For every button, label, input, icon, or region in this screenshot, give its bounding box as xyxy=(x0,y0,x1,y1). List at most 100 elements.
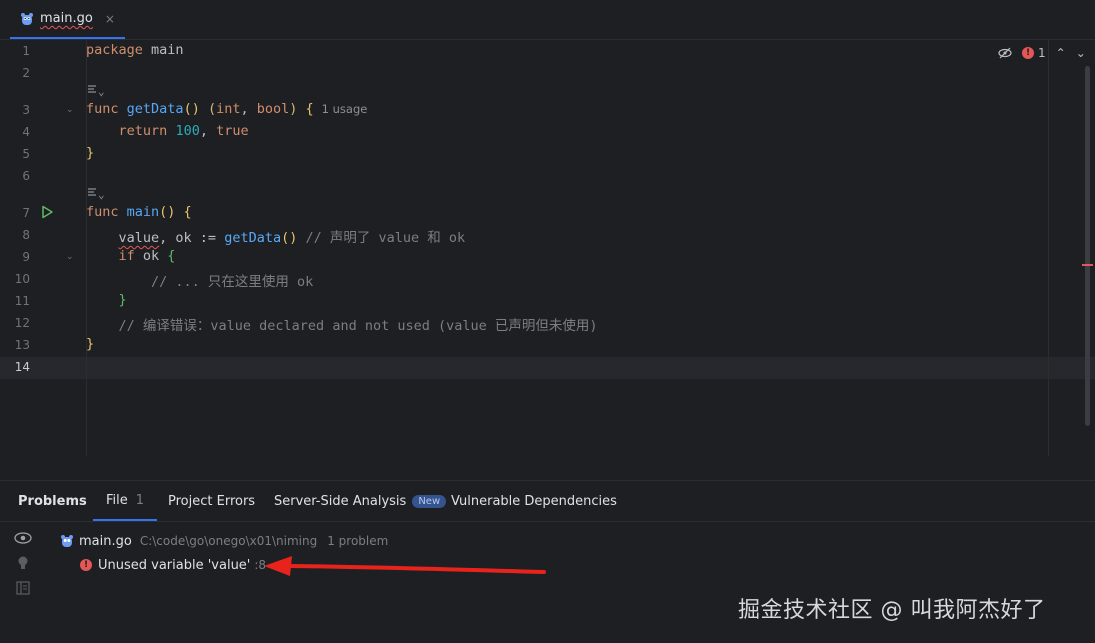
code-line-4: return 100, true xyxy=(86,123,249,139)
file-node[interactable]: main.go C:\code\go\onego\x01\niming 1 pr… xyxy=(60,529,388,553)
watermark: 掘金技术社区 @ 叫我阿杰好了 xyxy=(738,598,1046,623)
run-icon[interactable] xyxy=(40,205,54,219)
line-number: 14 xyxy=(14,360,30,374)
punct: ( xyxy=(199,101,217,117)
code-line-10: // ... 只在这里使用 ok xyxy=(86,270,313,290)
error-count-value: 1 xyxy=(1038,46,1046,60)
chevron-down-icon[interactable] xyxy=(50,536,60,546)
problem-count: 1 problem xyxy=(327,534,389,548)
type: int xyxy=(216,101,241,117)
function-call: getData xyxy=(224,230,282,246)
line-number: 12 xyxy=(14,316,30,330)
punct: , xyxy=(199,123,217,139)
editor-tab-bar: main.go × xyxy=(0,0,1095,40)
type: bool xyxy=(256,101,290,117)
vertical-scrollbar[interactable] xyxy=(1085,66,1090,426)
tab-vulnerable-dependencies[interactable]: Vulnerable Dependencies xyxy=(451,481,617,521)
code-text: ok xyxy=(134,248,168,264)
previous-highlight-icon[interactable]: ⌃ xyxy=(1056,46,1066,60)
comment: // 声明了 value 和 ok xyxy=(297,230,466,246)
keyword: true xyxy=(216,123,249,139)
punct: { xyxy=(297,101,314,117)
tab-server-side-analysis[interactable]: Server-Side Analysis New xyxy=(274,481,447,521)
punct: , xyxy=(240,101,257,117)
tab-main-go[interactable]: main.go × xyxy=(10,0,125,39)
line-number: 1 xyxy=(22,44,30,58)
panel-title: Problems xyxy=(18,493,87,509)
problems-title: Problems xyxy=(18,481,87,521)
file-name: main.go xyxy=(79,533,132,549)
next-highlight-icon[interactable]: ⌄ xyxy=(1076,46,1086,60)
code-area[interactable]: package main ⌄ func getData() (int, bool… xyxy=(86,40,1048,456)
inlay-hint[interactable]: ⌄ xyxy=(86,83,105,98)
code-line-5: } xyxy=(86,145,95,161)
keyword: func xyxy=(86,204,119,220)
error-icon: ! xyxy=(1022,47,1034,59)
line-number: 5 xyxy=(22,147,30,161)
gutter: 1 2 3 4 5 6 7 8 9 10 11 12 13 14 ⌄ ⌄ xyxy=(0,40,87,456)
reader-mode-icon[interactable] xyxy=(998,47,1012,59)
code-line-9: if ok { xyxy=(86,248,176,264)
lightbulb-icon[interactable] xyxy=(14,555,32,571)
line-number: 2 xyxy=(22,66,30,80)
ai-hint-icon xyxy=(88,85,96,93)
gopher-icon xyxy=(61,535,73,547)
fold-icon[interactable]: ⌄ xyxy=(66,105,74,115)
preview-icon[interactable] xyxy=(14,581,32,595)
brace: } xyxy=(118,292,127,308)
error-count[interactable]: ! 1 xyxy=(1022,46,1046,60)
error-variable[interactable]: value xyxy=(119,230,160,246)
chevron-down-icon: ⌄ xyxy=(98,85,105,98)
tab-project-errors[interactable]: Project Errors xyxy=(168,481,255,521)
problems-tree: main.go C:\code\go\onego\x01\niming 1 pr… xyxy=(60,529,388,577)
error-icon: ! xyxy=(80,559,92,571)
gopher-icon xyxy=(21,12,33,25)
line-number: 9 xyxy=(22,250,30,264)
inlay-hint[interactable]: ⌄ xyxy=(86,186,105,201)
tab-label: File xyxy=(106,492,128,508)
tab-count: 1 xyxy=(135,492,145,508)
keyword: if xyxy=(118,248,135,264)
line-number: 7 xyxy=(22,206,30,220)
inspection-widget[interactable]: ! 1 ⌃ ⌄ xyxy=(998,46,1086,60)
usage-hint[interactable]: 1 usage xyxy=(322,102,368,116)
tab-label: Project Errors xyxy=(168,493,256,509)
line-number: 6 xyxy=(22,169,30,183)
function-name: getData xyxy=(126,101,184,117)
code-line-3: func getData() (int, bool) {1 usage xyxy=(86,101,367,117)
identifier: main xyxy=(142,42,184,58)
code-line-1: package main xyxy=(86,42,184,58)
line-number: 8 xyxy=(22,228,30,242)
code-line-13: } xyxy=(86,336,95,352)
problem-item[interactable]: ! Unused variable 'value' :8 xyxy=(80,553,388,577)
tab-file[interactable]: File 1 xyxy=(93,481,158,521)
function-name: main xyxy=(126,204,160,220)
problems-tabs: Problems File 1 Project Errors Server-Sid… xyxy=(0,481,1095,522)
code-line-12: // 编译错误：value declared and not used (val… xyxy=(86,314,598,334)
number: 100 xyxy=(175,123,200,139)
line-number: 4 xyxy=(22,125,30,139)
keyword: package xyxy=(86,42,143,58)
close-tab-icon[interactable]: × xyxy=(105,12,115,26)
file-path: C:\code\go\onego\x01\niming xyxy=(139,534,318,548)
problem-message: Unused variable 'value' xyxy=(98,557,251,573)
comment: // ... 只在这里使用 ok xyxy=(151,274,314,290)
code-line-8: value, ok := getData() // 声明了 value 和 ok xyxy=(86,226,466,246)
keyword: return xyxy=(118,123,168,139)
line-number: 3 xyxy=(22,103,30,117)
ai-hint-icon xyxy=(88,188,96,196)
new-badge: New xyxy=(412,494,447,508)
fold-icon[interactable]: ⌄ xyxy=(66,252,74,262)
code-text: , ok := xyxy=(159,230,225,246)
code-line-11: } xyxy=(86,292,127,308)
error-stripe-marker[interactable] xyxy=(1082,264,1093,266)
line-number: 10 xyxy=(14,272,30,286)
tab-label: Vulnerable Dependencies xyxy=(451,493,617,509)
eye-icon[interactable] xyxy=(14,531,32,545)
line-number: 11 xyxy=(14,294,30,308)
brace: { xyxy=(167,248,176,264)
tab-label: Server-Side Analysis xyxy=(274,493,407,509)
code-editor[interactable]: 1 2 3 4 5 6 7 8 9 10 11 12 13 14 ⌄ ⌄ pac… xyxy=(0,40,1095,456)
punct: () xyxy=(183,101,200,117)
problems-toolbar xyxy=(14,531,38,595)
